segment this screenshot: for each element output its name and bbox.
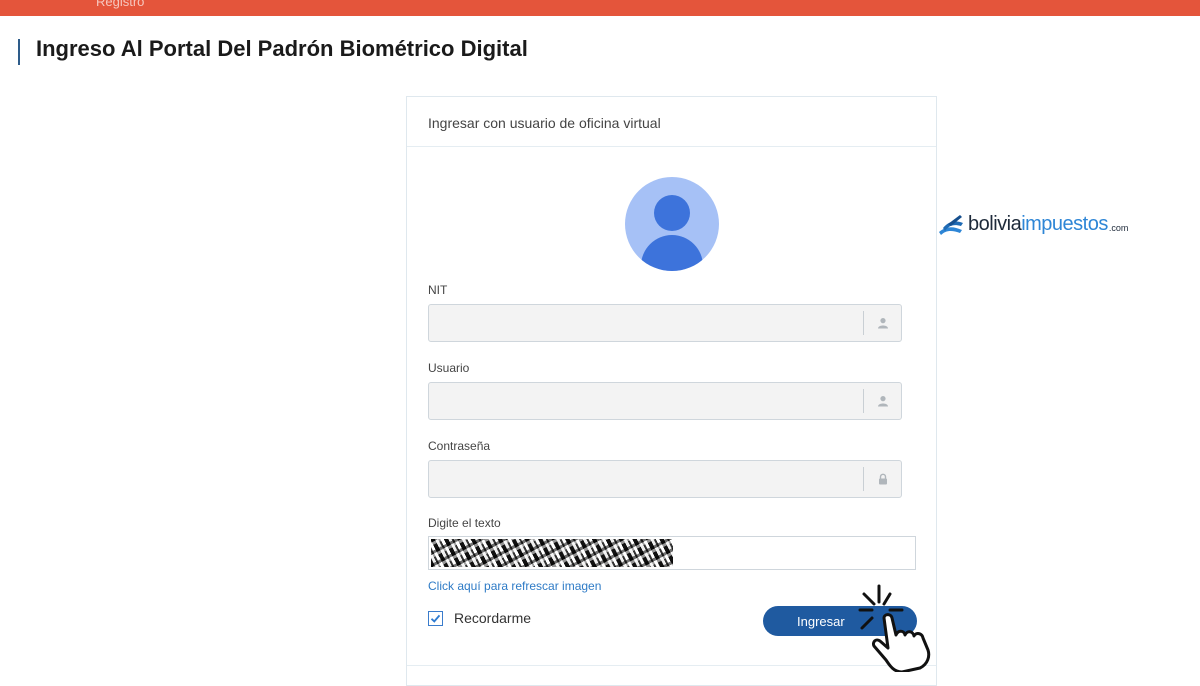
top-bar-text: Registro (96, 0, 145, 9)
avatar-body (641, 235, 703, 271)
title-accent-bar (18, 39, 20, 65)
logo-text-impuestos: impuestos (1021, 213, 1108, 235)
tap-hand-icon (858, 584, 931, 672)
user-icon (864, 305, 901, 341)
top-bar: Registro (0, 0, 1200, 16)
remember-me[interactable]: Recordarme (428, 610, 531, 626)
contrasena-label: Contraseña (428, 439, 491, 453)
logo-text-bolivia: bolivia (968, 213, 1022, 235)
remember-label: Recordarme (454, 610, 532, 626)
captcha-image (431, 539, 673, 567)
check-icon (430, 614, 441, 623)
logo-book-icon (939, 214, 963, 235)
nit-input[interactable] (429, 305, 865, 341)
user-icon (864, 383, 901, 419)
remember-checkbox[interactable] (428, 610, 443, 626)
bolivia-impuestos-logo: bolivia impuestos .com (938, 213, 1128, 236)
usuario-field (428, 382, 902, 420)
captcha-field (428, 536, 916, 570)
nit-field (428, 304, 902, 342)
lock-icon (864, 461, 901, 497)
avatar-head (654, 195, 690, 231)
usuario-input[interactable] (429, 383, 865, 419)
nit-label: NIT (428, 283, 448, 297)
page-title: Ingreso Al Portal Del Padrón Biométrico … (36, 36, 528, 61)
logo-text-com: .com (1108, 222, 1129, 233)
login-card-title: Ingresar con usuario de oficina virtual (407, 97, 936, 147)
refresh-captcha-link[interactable]: Click aquí para refrescar imagen (428, 579, 601, 593)
user-avatar-icon (625, 177, 719, 271)
captcha-input[interactable] (675, 537, 915, 569)
contrasena-field (428, 460, 902, 498)
usuario-label: Usuario (428, 361, 470, 375)
contrasena-input[interactable] (429, 461, 865, 497)
captcha-label: Digite el texto (428, 516, 501, 530)
